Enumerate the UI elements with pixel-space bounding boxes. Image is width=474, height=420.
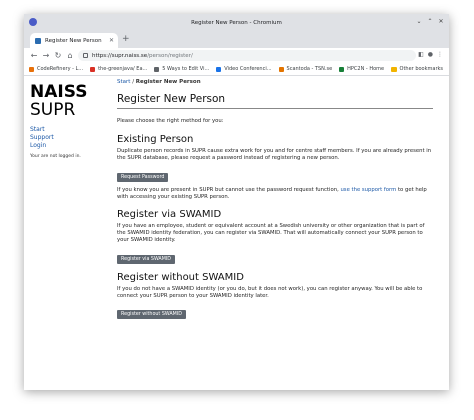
bookmark-item[interactable]: the-greenjava/ Ea... xyxy=(90,66,147,72)
login-status: Your are not logged in. xyxy=(30,154,81,159)
bookmarks-bar: CodeRefinery - L... the-greenjava/ Ea...… xyxy=(24,63,449,76)
window-title: Register New Person - Chromium xyxy=(191,19,282,26)
bookmark-label: HPC2N - Home xyxy=(347,66,385,72)
tab-register-new-person[interactable]: Register New Person ✕ xyxy=(30,33,118,48)
breadcrumb-separator: / xyxy=(132,79,135,85)
existing-person-text: Duplicate person records in SUPR cause e… xyxy=(117,148,432,162)
bookmark-favicon-icon xyxy=(29,66,34,72)
sidepanel-icon[interactable]: ◧ xyxy=(418,51,424,58)
existing-person-heading: Existing Person xyxy=(117,134,194,146)
chromium-icon xyxy=(29,18,37,26)
intro-text: Please choose the right method for you: xyxy=(117,118,224,124)
logo-naiss: NAISS xyxy=(30,82,88,102)
bookmark-label: Video Conferenci... xyxy=(224,66,272,72)
bookmark-label: Scantoda - TSN.se xyxy=(286,66,333,72)
reload-icon[interactable]: ↻ xyxy=(53,51,63,60)
close-tab-icon[interactable]: ✕ xyxy=(109,37,114,44)
toolbar-actions: ◧ ● ⋮ xyxy=(418,51,443,58)
bookmark-favicon-icon xyxy=(339,66,345,72)
bookmark-label: CodeRefinery - L... xyxy=(37,66,84,72)
lock-icon[interactable] xyxy=(83,53,88,58)
bookmark-label: the-greenjava/ Ea... xyxy=(98,66,148,72)
nav-start-link[interactable]: Start xyxy=(30,126,54,134)
register-via-swamid-button[interactable]: Register via SWAMID xyxy=(117,254,175,264)
main-content: Start / Register New Person Register New… xyxy=(117,79,433,320)
tab-label: Register New Person xyxy=(45,37,102,44)
menu-icon[interactable]: ⋮ xyxy=(437,51,443,58)
other-bookmarks[interactable]: Other bookmarks xyxy=(390,66,443,72)
url-path: /person/register/ xyxy=(147,52,193,59)
swamid-text: If you have an employee, student or equi… xyxy=(117,223,425,244)
bookmark-item[interactable]: Scantoda - TSN.se xyxy=(278,66,333,72)
bookmark-favicon-icon xyxy=(278,66,284,72)
home-icon[interactable]: ⌂ xyxy=(65,51,75,60)
title-bar: Register New Person - Chromium ⌄ ⌃ ✕ xyxy=(24,14,449,31)
browser-toolbar: ← → ↻ ⌂ https://supr.naiss.se/person/reg… xyxy=(24,48,449,63)
swamid-heading: Register via SWAMID xyxy=(117,209,222,221)
logo-supr: SUPR xyxy=(30,100,76,120)
breadcrumb: Start / Register New Person xyxy=(117,79,433,88)
support-text-before: If you know you are present in SUPR but … xyxy=(117,186,339,193)
back-icon[interactable]: ← xyxy=(29,51,39,60)
bookmark-item[interactable]: HPC2N - Home xyxy=(339,66,384,72)
supr-favicon-icon xyxy=(35,37,41,44)
tab-strip: Register New Person ✕ + xyxy=(24,31,449,48)
naiss-supr-logo[interactable]: NAISS SUPR xyxy=(30,83,87,119)
bookmark-item[interactable]: 5 Ways to Edit Vi... xyxy=(154,66,209,72)
register-without-swamid-button[interactable]: Register without SWAMID xyxy=(117,310,186,320)
support-form-link[interactable]: use the support form xyxy=(340,187,396,193)
bookmark-label: 5 Ways to Edit Vi... xyxy=(162,66,210,72)
bookmark-favicon-icon xyxy=(90,66,96,72)
bookmark-favicon-icon xyxy=(216,66,222,72)
without-swamid-text: If you do not have a SWAMID identity (or… xyxy=(117,285,423,299)
url-host: https://supr.naiss.se xyxy=(92,52,148,59)
nav-support-link[interactable]: Support xyxy=(30,134,54,142)
minimize-icon[interactable]: ⌄ xyxy=(415,18,423,26)
side-nav: Start Support Login xyxy=(30,126,54,150)
breadcrumb-start-link[interactable]: Start xyxy=(117,79,130,85)
without-swamid-heading: Register without SWAMID xyxy=(117,271,244,283)
page-title: Register New Person xyxy=(117,93,433,109)
page-content: NAISS SUPR Start Support Login Your are … xyxy=(24,76,449,390)
breadcrumb-current: Register New Person xyxy=(135,79,201,85)
bookmark-favicon-icon xyxy=(154,66,160,72)
bookmark-item[interactable]: CodeRefinery - L... xyxy=(29,66,83,72)
folder-icon xyxy=(390,66,397,72)
new-tab-icon[interactable]: + xyxy=(122,34,130,44)
request-password-button[interactable]: Request Password xyxy=(117,172,169,182)
profile-icon[interactable]: ● xyxy=(428,51,433,58)
maximize-icon[interactable]: ⌃ xyxy=(426,18,434,26)
nav-login-link[interactable]: Login xyxy=(30,142,54,150)
bookmark-item[interactable]: Video Conferenci... xyxy=(216,66,272,72)
other-bookmarks-label: Other bookmarks xyxy=(399,66,443,72)
support-text: If you know you are present in SUPR but … xyxy=(117,187,433,201)
browser-window: Register New Person - Chromium ⌄ ⌃ ✕ Reg… xyxy=(24,14,449,390)
close-window-icon[interactable]: ✕ xyxy=(437,18,445,26)
address-bar[interactable]: https://supr.naiss.se/person/register/ xyxy=(78,50,416,61)
forward-icon[interactable]: → xyxy=(41,51,51,60)
